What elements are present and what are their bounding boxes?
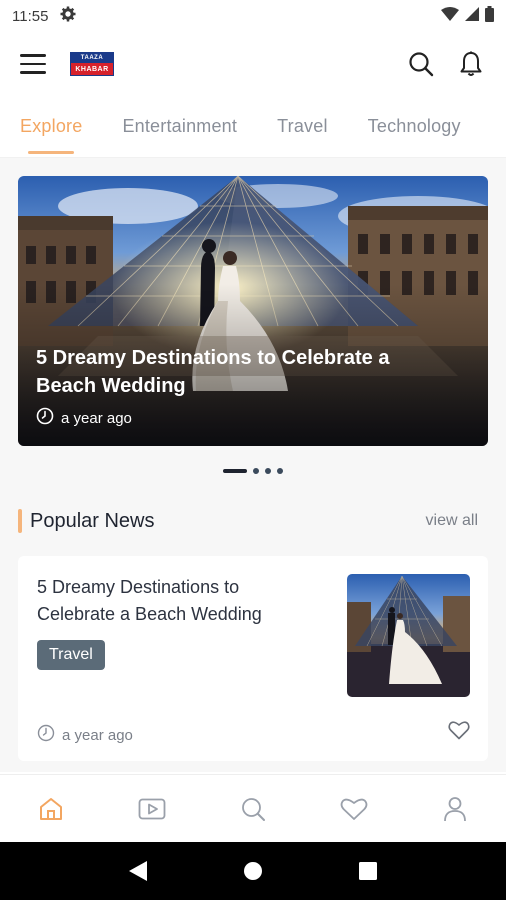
section-title: Popular News <box>30 509 155 532</box>
category-tabs: Explore Entertainment Travel Technology <box>0 96 506 158</box>
app-logo: TAAZA KHABAR <box>70 52 114 76</box>
heart-icon[interactable] <box>448 720 470 745</box>
recents-icon[interactable] <box>348 851 388 891</box>
news-thumbnail <box>347 574 470 697</box>
bottom-navigation <box>0 774 506 842</box>
home-button-icon[interactable] <box>233 851 273 891</box>
status-bar: 11:55 <box>0 0 506 32</box>
news-title: 5 Dreamy Destinations to Celebrate a Bea… <box>37 577 262 624</box>
system-navigation-bar <box>0 842 506 900</box>
carousel-dot[interactable] <box>253 468 259 474</box>
tab-entertainment[interactable]: Entertainment <box>122 116 237 137</box>
battery-icon <box>485 6 494 26</box>
clock-icon <box>37 724 55 746</box>
carousel-dot[interactable] <box>277 468 283 474</box>
bell-icon[interactable] <box>456 49 486 79</box>
view-all-link[interactable]: view all <box>426 512 478 530</box>
category-tag[interactable]: Travel <box>37 640 105 670</box>
news-timestamp: a year ago <box>37 724 133 746</box>
section-accent-bar <box>18 509 22 533</box>
tab-technology[interactable]: Technology <box>368 116 461 137</box>
settings-icon <box>60 6 76 26</box>
tab-explore[interactable]: Explore <box>20 116 82 154</box>
hero-card[interactable]: 5 Dreamy Destinations to Celebrate a Bea… <box>18 176 488 446</box>
carousel-indicator <box>0 446 506 496</box>
clock-icon <box>36 407 54 429</box>
tab-travel[interactable]: Travel <box>277 116 328 137</box>
profile-icon[interactable] <box>435 789 475 829</box>
video-icon[interactable] <box>132 789 172 829</box>
search-icon[interactable] <box>233 789 273 829</box>
carousel-dot-active[interactable] <box>223 469 247 473</box>
hero-timestamp: a year ago <box>36 407 132 429</box>
news-card[interactable]: 5 Dreamy Destinations to Celebrate a Bea… <box>18 556 488 761</box>
signal-icon <box>465 7 479 25</box>
home-icon[interactable] <box>31 789 71 829</box>
heart-icon[interactable] <box>334 789 374 829</box>
popular-news-header: Popular News view all <box>0 496 506 546</box>
back-icon[interactable] <box>118 851 158 891</box>
search-icon[interactable] <box>406 49 436 79</box>
app-header: TAAZA KHABAR <box>0 32 506 96</box>
main-content: 5 Dreamy Destinations to Celebrate a Bea… <box>0 158 506 772</box>
hero-title: 5 Dreamy Destinations to Celebrate a Bea… <box>36 347 390 397</box>
menu-icon[interactable] <box>20 49 50 79</box>
wifi-icon <box>441 7 459 25</box>
carousel-dot[interactable] <box>265 468 271 474</box>
status-time: 11:55 <box>12 7 49 25</box>
